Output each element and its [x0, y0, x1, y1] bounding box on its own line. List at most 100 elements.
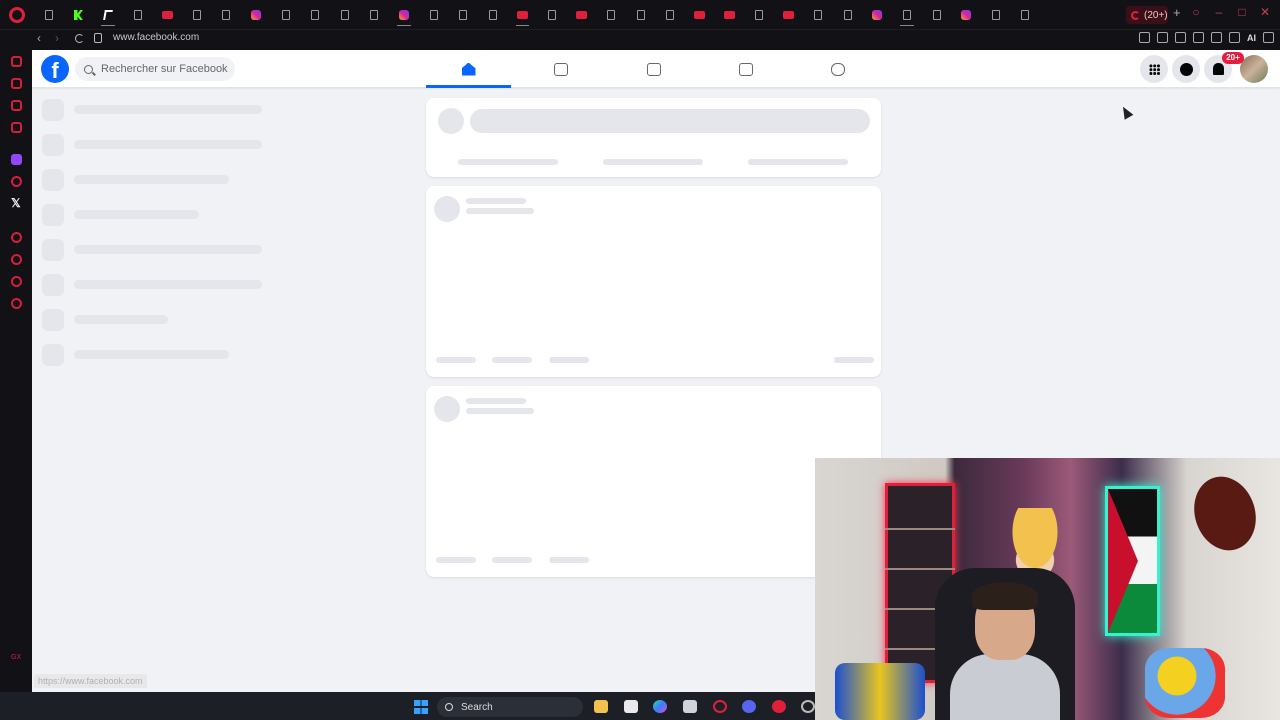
skeleton-icon [42, 204, 64, 226]
ai-button[interactable]: AI [1247, 33, 1256, 43]
tab-reels[interactable] [518, 50, 603, 88]
browser-tab[interactable] [212, 6, 242, 24]
player-icon[interactable] [1175, 32, 1186, 43]
browser-tab[interactable] [241, 6, 271, 24]
menu-icon[interactable] [1263, 32, 1274, 43]
sidebar-history-icon[interactable] [11, 254, 22, 265]
browser-tab[interactable] [419, 6, 449, 24]
browser-tab[interactable] [448, 6, 478, 24]
video-icon [553, 62, 568, 76]
sidebar-messenger-icon[interactable] [11, 100, 22, 111]
facebook-search[interactable] [75, 57, 235, 81]
browser-tab[interactable] [981, 6, 1011, 24]
sidebar-aria-icon[interactable] [11, 56, 22, 67]
browser-tab[interactable] [271, 6, 301, 24]
browser-tab[interactable] [508, 6, 538, 26]
browser-tab[interactable] [803, 6, 833, 24]
browser-tab[interactable] [1011, 6, 1041, 24]
browser-tab[interactable] [389, 6, 419, 26]
page-icon [903, 10, 912, 20]
sidebar-chat-icon[interactable] [11, 276, 22, 287]
browser-tab[interactable] [93, 6, 123, 26]
copilot-icon[interactable] [653, 700, 667, 713]
tab-home[interactable] [426, 50, 511, 88]
lock-icon[interactable] [94, 33, 102, 43]
browser-tab[interactable] [478, 6, 508, 24]
sidebar-twitch-icon[interactable] [11, 154, 22, 165]
browser-tab[interactable] [152, 6, 182, 24]
calculator-icon[interactable] [683, 700, 697, 713]
new-tab-button[interactable]: + [1173, 5, 1181, 20]
url-field[interactable]: www.facebook.com [113, 32, 199, 43]
browser-tab[interactable] [300, 6, 330, 24]
skeleton-line [74, 105, 262, 114]
sidebar-player-icon[interactable] [11, 232, 22, 243]
tab-facebook-active[interactable]: (20+) [1126, 6, 1168, 24]
search-tabs-icon[interactable]: ○ [1191, 5, 1201, 19]
sidebar-x-icon[interactable]: 𝕏 [11, 197, 22, 209]
sidebar-instagram-icon[interactable] [11, 122, 22, 133]
menu-button[interactable] [1140, 55, 1168, 83]
store-icon[interactable] [624, 700, 638, 713]
minimize-button[interactable]: – [1214, 5, 1224, 19]
close-window-button[interactable]: ✕ [1260, 5, 1270, 19]
browser-tab[interactable] [951, 6, 981, 24]
browser-tab[interactable] [596, 6, 626, 24]
sidebar-settings-icon[interactable] [11, 298, 22, 309]
opera-logo-icon[interactable] [9, 7, 25, 23]
tab-gaming[interactable] [795, 50, 880, 88]
snapshot-icon[interactable] [1157, 32, 1168, 43]
page-icon [547, 10, 556, 20]
maximize-button[interactable]: □ [1237, 5, 1247, 19]
page-icon [607, 10, 616, 20]
forward-button[interactable]: › [55, 31, 59, 45]
browser-tab[interactable] [360, 6, 390, 24]
pin-icon[interactable] [1139, 32, 1150, 43]
windows-start-icon[interactable] [414, 700, 428, 714]
browser-tab[interactable] [64, 6, 94, 24]
browser-tab[interactable] [537, 6, 567, 24]
sidebar-workspace-icon[interactable] [11, 78, 22, 89]
browser-tab[interactable] [182, 6, 212, 24]
download-icon[interactable] [1229, 32, 1240, 43]
facebook-logo[interactable]: f [41, 55, 69, 83]
browser-tab[interactable] [655, 6, 685, 24]
back-button[interactable]: ‹ [37, 31, 41, 45]
messenger-button[interactable] [1172, 55, 1200, 83]
browser-tab[interactable] [922, 6, 952, 24]
file-explorer-icon[interactable] [594, 700, 608, 713]
browser-tab[interactable] [685, 6, 715, 24]
wallet-icon[interactable] [1211, 32, 1222, 43]
taskbar-search[interactable]: Search [437, 697, 583, 717]
tab-marketplace[interactable] [703, 50, 788, 88]
opera-gx-icon[interactable] [713, 700, 727, 713]
heart-icon[interactable] [1193, 32, 1204, 43]
avatar[interactable] [1240, 55, 1268, 83]
browser-tab[interactable] [892, 6, 922, 26]
browser-tab[interactable] [123, 6, 153, 24]
search-icon [84, 64, 93, 74]
browser-tab[interactable] [744, 6, 774, 24]
bell-icon [1212, 63, 1224, 75]
browser-tab[interactable] [567, 6, 597, 24]
status-url: https://www.facebook.com [34, 674, 147, 688]
browser-tab[interactable] [34, 6, 64, 24]
discord-icon[interactable] [742, 700, 756, 713]
browser-tab[interactable] [330, 6, 360, 24]
tab-dashboard[interactable] [611, 50, 696, 88]
browser-tab[interactable] [715, 6, 745, 24]
skeleton-icon [42, 274, 64, 296]
page-icon [429, 10, 438, 20]
obs-icon[interactable] [801, 700, 815, 713]
sidebar-extension-icon[interactable] [11, 176, 22, 187]
page-icon [666, 10, 675, 20]
sidebar-gx-icon[interactable]: GX [11, 654, 21, 661]
browser-tab[interactable] [774, 6, 804, 24]
app-icon[interactable] [772, 700, 786, 713]
search-input[interactable] [101, 63, 231, 75]
reload-loading-icon[interactable] [75, 34, 84, 43]
skeleton-line [74, 210, 199, 219]
browser-tab[interactable] [626, 6, 656, 24]
browser-tab[interactable] [833, 6, 863, 24]
browser-tab[interactable] [863, 6, 893, 24]
